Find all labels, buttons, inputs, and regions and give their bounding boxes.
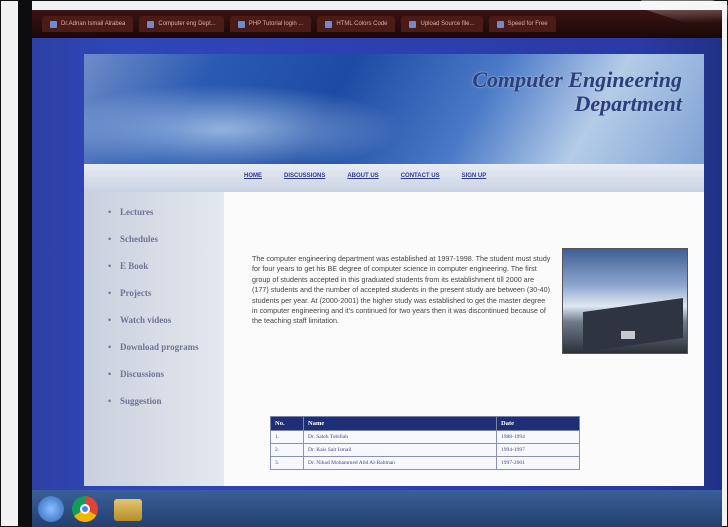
start-button[interactable]: [38, 496, 64, 522]
sidebar-item-projects[interactable]: Projects: [108, 287, 210, 299]
tab-label: Upload Source file...: [420, 21, 475, 27]
intro-paragraph: The computer engineering department was …: [252, 254, 551, 326]
building-photo: [562, 248, 688, 354]
sidebar-item-lectures[interactable]: Lectures: [108, 206, 210, 218]
browser-tab[interactable]: PHP Tutorial login ...: [229, 16, 312, 32]
site-sidebar: Lectures Schedules E Book Projects Watch…: [84, 192, 224, 486]
browser-tab[interactable]: Dr.Adnan Ismail Alrabea: [42, 16, 134, 32]
page-icon: [50, 20, 57, 28]
browser-tab[interactable]: Speed for Free: [488, 16, 556, 32]
tab-label: HTML Colors Code: [336, 21, 388, 27]
site-title-line1: Computer Engineering: [472, 67, 682, 92]
nav-about-us[interactable]: ABOUT US: [347, 173, 378, 179]
building-sign: [621, 331, 635, 339]
heads-table: No. Name Date 1. Dr. Saleh Tobillah 1988…: [270, 416, 580, 470]
sidebar-item-schedules[interactable]: Schedules: [108, 233, 210, 245]
sidebar-item-ebook[interactable]: E Book: [108, 260, 210, 272]
nav-sign-up[interactable]: SIGN UP: [462, 173, 487, 179]
col-header-date: Date: [496, 416, 580, 431]
taskbar: [32, 490, 722, 527]
col-header-no: No.: [270, 416, 304, 431]
cell-name: Dr. Saleh Tobillah: [303, 430, 497, 444]
tab-label: Dr.Adnan Ismail Alrabea: [61, 21, 126, 27]
cell-name: Dr. Nihad Mohammed Abd Al-Rahman: [303, 456, 497, 470]
page-icon: [496, 20, 504, 28]
site-navbar: HOME DISCUSSIONS ABOUT US CONTACT US SIG…: [84, 164, 704, 193]
table-row: 3. Dr. Nihad Mohammed Abd Al-Rahman 1997…: [270, 456, 580, 470]
table-row: 2. Dr. Kais Sait Ismail 1994-1997: [270, 443, 580, 457]
website: Computer Engineering Department HOME DIS…: [84, 54, 704, 486]
tab-label: PHP Tutorial login ...: [248, 21, 304, 27]
heads-table-wrapper: No. Name Date 1. Dr. Saleh Tobillah 1988…: [270, 416, 630, 470]
cell-no: 2.: [270, 443, 304, 457]
sidebar-item-watch-videos[interactable]: Watch videos: [108, 314, 210, 326]
table-row: 1. Dr. Saleh Tobillah 1988-1994: [270, 430, 580, 444]
site-title: Computer Engineering Department: [472, 68, 682, 116]
cell-no: 1.: [270, 430, 304, 444]
site-banner: Computer Engineering Department: [84, 54, 704, 164]
chrome-icon[interactable]: [72, 496, 98, 522]
page-icon: [409, 20, 417, 28]
cell-date: 1994-1997: [496, 443, 580, 457]
page-icon: [147, 20, 155, 28]
browser-tab-strip: Dr.Adnan Ismail Alrabea Computer eng Dep…: [32, 10, 722, 38]
browser-viewport: Computer Engineering Department HOME DIS…: [32, 38, 722, 490]
page-icon: [237, 20, 245, 28]
browser-tab[interactable]: Upload Source file...: [401, 16, 483, 32]
cell-date: 1988-1994: [496, 430, 580, 444]
building-shape: [583, 297, 683, 353]
nav-contact-us[interactable]: CONTACT US: [401, 173, 440, 179]
sidebar-item-download-programs[interactable]: Download programs: [108, 341, 210, 353]
page-icon: [325, 20, 333, 28]
banner-graphic: [84, 84, 404, 164]
nav-discussions[interactable]: DISCUSSIONS: [284, 173, 325, 179]
tab-label: Computer eng Dept...: [158, 21, 216, 27]
nav-home[interactable]: HOME: [244, 173, 262, 179]
site-title-line2: Department: [574, 91, 682, 116]
sidebar-item-suggestion[interactable]: Suggestion: [108, 395, 210, 407]
folder-icon[interactable]: [114, 499, 142, 521]
monitor-screen: Dr.Adnan Ismail Alrabea Computer eng Dep…: [32, 10, 722, 527]
browser-tab[interactable]: Computer eng Dept...: [139, 16, 224, 32]
tab-label: Speed for Free: [507, 21, 548, 27]
sidebar-item-discussions[interactable]: Discussions: [108, 368, 210, 380]
col-header-name: Name: [303, 416, 497, 431]
browser-tab[interactable]: HTML Colors Code: [317, 16, 396, 32]
monitor-bezel: [18, 0, 32, 527]
cell-name: Dr. Kais Sait Ismail: [303, 443, 497, 457]
cell-no: 3.: [270, 456, 304, 470]
cell-date: 1997-2001: [496, 456, 580, 470]
table-header-row: No. Name Date: [270, 416, 580, 431]
main-content: The computer engineering department was …: [224, 192, 704, 486]
